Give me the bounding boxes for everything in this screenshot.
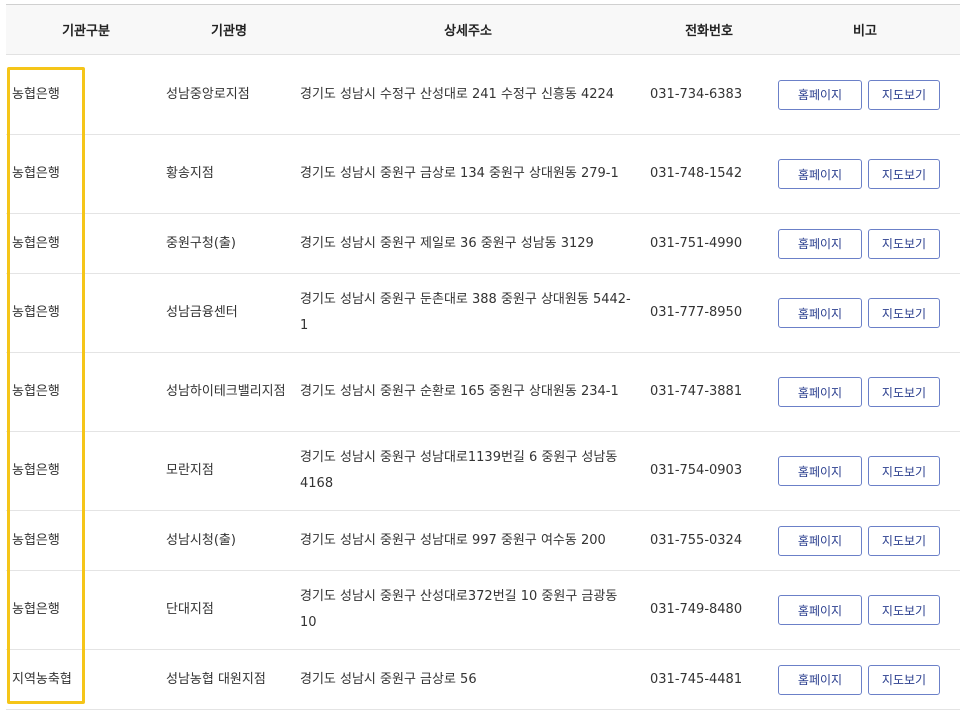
cell-phone: 031-748-1542 [650, 166, 743, 181]
header-name: 기관명 [211, 24, 247, 39]
cell-phone: 031-734-6383 [650, 86, 743, 102]
map-button[interactable]: 지도보기 [868, 456, 940, 486]
cell-name: 중원구청(출) [166, 235, 236, 251]
header-type: 기관구분 [62, 24, 110, 39]
cell-note: 홈페이지 지도보기 [770, 159, 960, 189]
cell-name: 성남농협 대원지점 [166, 671, 266, 687]
cell-address: 경기도 성남시 중원구 금상로 56 [300, 671, 477, 687]
homepage-button[interactable]: 홈페이지 [778, 595, 862, 625]
cell-phone: 031-747-3881 [650, 384, 743, 399]
cell-type: 농협은행 [12, 532, 60, 548]
map-button[interactable]: 지도보기 [868, 595, 940, 625]
table-row: 농협은행 성남하이테크밸리지점 경기도 성남시 중원구 순환로 165 중원구 … [6, 353, 960, 432]
homepage-button[interactable]: 홈페이지 [778, 159, 862, 189]
cell-name: 성남금융센터 [166, 305, 238, 320]
cell-note: 홈페이지 지도보기 [770, 298, 960, 328]
header-phone: 전화번호 [685, 24, 733, 39]
cell-phone: 031-777-8950 [650, 305, 743, 320]
cell-address: 경기도 성남시 중원구 순환로 165 중원구 상대원동 234-1 [300, 384, 619, 399]
cell-name: 성남시청(출) [166, 532, 236, 548]
cell-type: 농협은행 [12, 166, 60, 181]
cell-address: 경기도 성남시 중원구 둔촌대로 388 중원구 상대원동 5442-1 [300, 292, 631, 333]
cell-phone: 031-754-0903 [650, 463, 743, 478]
table-row: 농협은행 중원구청(출) 경기도 성남시 중원구 제일로 36 중원구 성남동 … [6, 214, 960, 274]
homepage-button[interactable]: 홈페이지 [778, 456, 862, 486]
cell-note: 홈페이지 지도보기 [770, 79, 960, 110]
cell-phone: 031-751-4990 [650, 235, 743, 251]
cell-note: 홈페이지 지도보기 [770, 664, 960, 695]
cell-address: 경기도 성남시 중원구 제일로 36 중원구 성남동 3129 [300, 235, 594, 251]
cell-name: 모란지점 [166, 463, 214, 478]
cell-type: 농협은행 [12, 235, 60, 251]
map-button[interactable]: 지도보기 [868, 159, 940, 189]
table-row: 지역농축협 성남농협 대원지점 경기도 성남시 중원구 금상로 56 031-7… [6, 650, 960, 710]
cell-name: 성남하이테크밸리지점 [166, 384, 286, 399]
homepage-button[interactable]: 홈페이지 [778, 377, 862, 407]
cell-note: 홈페이지 지도보기 [770, 595, 960, 625]
table-row: 농협은행 모란지점 경기도 성남시 중원구 성남대로1139번길 6 중원구 성… [6, 432, 960, 511]
cell-note: 홈페이지 지도보기 [770, 456, 960, 486]
cell-address: 경기도 성남시 중원구 성남대로1139번길 6 중원구 성남동 4168 [300, 450, 618, 491]
homepage-button[interactable]: 홈페이지 [778, 298, 862, 328]
cell-phone: 031-749-8480 [650, 602, 743, 617]
cell-name: 성남중앙로지점 [166, 86, 250, 102]
cell-type: 농협은행 [12, 305, 60, 320]
map-button[interactable]: 지도보기 [868, 664, 940, 695]
table-row: 농협은행 성남시청(출) 경기도 성남시 중원구 성남대로 997 중원구 여수… [6, 511, 960, 571]
cell-name: 단대지점 [166, 602, 214, 617]
table-row: 농협은행 황송지점 경기도 성남시 중원구 금상로 134 중원구 상대원동 2… [6, 135, 960, 214]
cell-note: 홈페이지 지도보기 [770, 377, 960, 407]
homepage-button[interactable]: 홈페이지 [778, 228, 862, 259]
table-row: 농협은행 성남금융센터 경기도 성남시 중원구 둔촌대로 388 중원구 상대원… [6, 274, 960, 353]
cell-note: 홈페이지 지도보기 [770, 228, 960, 259]
cell-name: 황송지점 [166, 166, 214, 181]
cell-type: 농협은행 [12, 463, 60, 478]
cell-type: 농협은행 [12, 384, 60, 399]
map-button[interactable]: 지도보기 [868, 525, 940, 556]
cell-type: 농협은행 [12, 602, 60, 617]
cell-address: 경기도 성남시 중원구 금상로 134 중원구 상대원동 279-1 [300, 166, 619, 181]
map-button[interactable]: 지도보기 [868, 298, 940, 328]
map-button[interactable]: 지도보기 [868, 377, 940, 407]
cell-phone: 031-755-0324 [650, 532, 743, 548]
table-row: 농협은행 단대지점 경기도 성남시 중원구 산성대로372번길 10 중원구 금… [6, 571, 960, 650]
homepage-button[interactable]: 홈페이지 [778, 664, 862, 695]
map-button[interactable]: 지도보기 [868, 79, 940, 110]
cell-type: 지역농축협 [12, 671, 72, 687]
header-address: 상세주소 [444, 24, 492, 39]
cell-address: 경기도 성남시 중원구 산성대로372번길 10 중원구 금광동 10 [300, 589, 618, 630]
branch-table: 기관구분 기관명 상세주소 전화번호 비고 농협은행 성남중앙로지점 경기도 성… [6, 4, 960, 710]
cell-address: 경기도 성남시 수정구 산성대로 241 수정구 신흥동 4224 [300, 86, 615, 102]
table-row: 농협은행 성남중앙로지점 경기도 성남시 수정구 산성대로 241 수정구 신흥… [6, 55, 960, 135]
map-button[interactable]: 지도보기 [868, 228, 940, 259]
table-header: 기관구분 기관명 상세주소 전화번호 비고 [6, 4, 960, 55]
header-note: 비고 [853, 24, 877, 39]
homepage-button[interactable]: 홈페이지 [778, 79, 862, 110]
cell-address: 경기도 성남시 중원구 성남대로 997 중원구 여수동 200 [300, 532, 606, 548]
cell-type: 농협은행 [12, 86, 60, 102]
cell-note: 홈페이지 지도보기 [770, 525, 960, 556]
cell-phone: 031-745-4481 [650, 671, 743, 687]
homepage-button[interactable]: 홈페이지 [778, 525, 862, 556]
